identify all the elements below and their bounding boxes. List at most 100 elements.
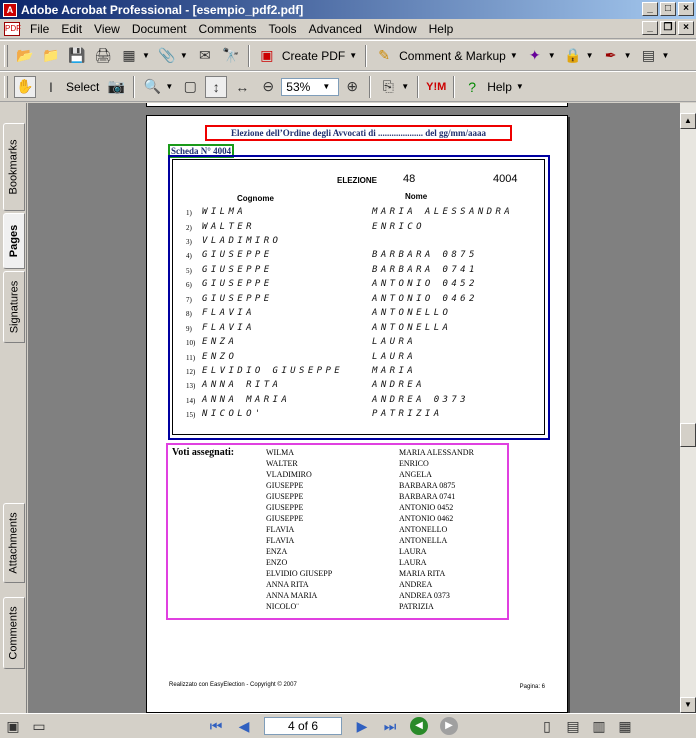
toolbar-grip[interactable]	[4, 75, 8, 98]
page-footer-credit: Realizzato con EasyElection - Copyright …	[169, 682, 297, 688]
voto-cognome: ELVIDIO GIUSEPP	[266, 569, 333, 578]
voto-cognome: ENZA	[266, 547, 288, 556]
email-icon[interactable]: ✉	[194, 45, 216, 67]
chevron-down-icon[interactable]: ▼	[662, 51, 670, 60]
menu-comments[interactable]: Comments	[193, 22, 263, 36]
chevron-down-icon[interactable]: ▼	[586, 51, 594, 60]
close-button[interactable]: ×	[678, 2, 694, 16]
select-cursor-icon[interactable]: I	[40, 76, 62, 98]
create-pdf-from-file-icon[interactable]: 📂	[14, 45, 36, 67]
document-icon[interactable]: PDF	[4, 21, 21, 36]
menu-advanced[interactable]: Advanced	[303, 22, 368, 36]
chevron-down-icon[interactable]: ▼	[401, 82, 409, 91]
page-number-input[interactable]: 4 of 6	[264, 717, 342, 735]
next-view-icon[interactable]: ▶	[440, 717, 458, 735]
chevron-down-icon[interactable]: ▼	[322, 82, 330, 91]
send-for-review-icon[interactable]: ✦	[524, 45, 546, 67]
tab-bookmarks[interactable]: Bookmarks	[3, 123, 25, 211]
handwritten-cognome: GIUSEPPE	[202, 279, 273, 289]
print-icon[interactable]: 🖨	[92, 45, 114, 67]
zoom-level-input[interactable]: 53% ▼	[281, 77, 340, 96]
organizer-icon[interactable]: ▦	[118, 45, 140, 67]
toolbar-grip[interactable]	[4, 44, 8, 67]
maximize-button[interactable]: □	[660, 2, 676, 16]
handwritten-cognome: ANNA RITA	[202, 380, 282, 390]
tab-signatures[interactable]: Signatures	[3, 271, 25, 343]
voto-cognome: NICOLO¨	[266, 602, 299, 611]
create-pdf-button[interactable]: Create PDF	[282, 49, 345, 63]
hand-tool-icon[interactable]: ✋	[14, 75, 36, 98]
chevron-down-icon[interactable]: ▼	[548, 51, 556, 60]
lock-icon[interactable]: 🔒	[562, 45, 584, 67]
doc-minimize-button[interactable]: _	[642, 21, 658, 35]
handwritten-nome: ENRICO	[372, 222, 425, 232]
document-viewport[interactable]: Elezione dell’Ordine degli Avvocati di .…	[28, 103, 680, 713]
pdf-page[interactable]: Elezione dell’Ordine degli Avvocati di .…	[146, 115, 568, 713]
single-page-layout-icon[interactable]: ▯	[536, 715, 558, 737]
menu-window[interactable]: Window	[368, 22, 423, 36]
tab-pages[interactable]: Pages	[3, 213, 25, 269]
open-icon[interactable]: 📁	[40, 45, 62, 67]
tab-attachments[interactable]: Attachments	[3, 503, 25, 583]
voto-cognome: WALTER	[266, 459, 298, 468]
tab-comments[interactable]: Comments	[3, 597, 25, 669]
actual-size-icon[interactable]: ▢	[179, 76, 201, 98]
continuous-facing-layout-icon[interactable]: ▦	[614, 715, 636, 737]
zoom-out-icon[interactable]: ⊖	[257, 76, 279, 98]
page-thumbnail-icon[interactable]: ▣	[2, 715, 24, 737]
menu-edit[interactable]: Edit	[55, 22, 88, 36]
chevron-down-icon[interactable]: ▼	[165, 82, 173, 91]
zoom-in-icon[interactable]: ⊕	[341, 76, 363, 98]
doc-close-button[interactable]: ×	[678, 21, 694, 35]
zoom-in-tool-icon[interactable]: 🔍	[141, 76, 163, 98]
menu-view[interactable]: View	[88, 22, 126, 36]
scroll-thumb[interactable]	[680, 423, 696, 447]
first-page-button[interactable]: ⏮	[206, 717, 226, 735]
attach-icon[interactable]: 📎	[156, 45, 178, 67]
fit-width-icon[interactable]: ↔	[231, 76, 253, 98]
search-binoculars-icon[interactable]: 🔭	[220, 45, 242, 67]
doc-restore-button[interactable]: ❐	[660, 21, 676, 35]
chevron-down-icon[interactable]: ▼	[624, 51, 632, 60]
document-title-box: Elezione dell’Ordine degli Avvocati di .…	[205, 125, 512, 141]
yahoo-toolbar-icon[interactable]: Y!M	[425, 76, 447, 98]
scroll-up-button[interactable]: ▲	[680, 113, 696, 129]
chevron-down-icon[interactable]: ▼	[510, 51, 518, 60]
continuous-layout-icon[interactable]: ▤	[562, 715, 584, 737]
forms-icon[interactable]: ▤	[638, 45, 660, 67]
menu-file[interactable]: File	[24, 22, 55, 36]
voto-nome: ANTONELLO	[399, 525, 448, 534]
previous-view-icon[interactable]: ◀	[410, 717, 428, 735]
scroll-down-button[interactable]: ▼	[680, 697, 696, 713]
select-tool-button[interactable]: Select	[66, 80, 99, 94]
comment-markup-icon[interactable]: ✎	[373, 45, 395, 67]
comment-markup-button[interactable]: Comment & Markup	[399, 49, 506, 63]
menu-document[interactable]: Document	[126, 22, 193, 36]
document-properties-icon[interactable]: ▭	[28, 715, 50, 737]
menu-tools[interactable]: Tools	[263, 22, 303, 36]
menu-help[interactable]: Help	[423, 22, 460, 36]
fit-page-icon[interactable]: ↕	[205, 75, 228, 98]
handwritten-cognome: ELVIDIO GIUSEPPE	[202, 366, 344, 376]
snapshot-camera-icon[interactable]: 📷	[105, 76, 127, 98]
chevron-down-icon[interactable]: ▼	[142, 51, 150, 60]
ballot-inner-frame: ELEZIONE 48 4004 Cognome Nome 1) WILMA M…	[172, 159, 545, 435]
last-page-button[interactable]: ⏭	[380, 717, 400, 735]
chevron-down-icon[interactable]: ▼	[180, 51, 188, 60]
sign-pen-icon[interactable]: ✒	[600, 45, 622, 67]
previous-page-button[interactable]: ◀	[234, 717, 254, 735]
save-icon[interactable]: 💾	[66, 45, 88, 67]
vertical-scrollbar[interactable]: ▲ ▼	[680, 103, 696, 713]
chevron-down-icon[interactable]: ▼	[516, 82, 524, 91]
next-page-button[interactable]: ▶	[352, 717, 372, 735]
voto-nome: PATRIZIA	[399, 602, 434, 611]
help-icon[interactable]: ?	[461, 76, 483, 98]
help-button[interactable]: Help	[487, 80, 512, 94]
acrobat-app-icon[interactable]: A	[3, 2, 17, 17]
rotate-pages-icon[interactable]: ⎘	[377, 76, 399, 98]
create-pdf-icon[interactable]: ▣	[256, 45, 278, 67]
facing-layout-icon[interactable]: ▥	[588, 715, 610, 737]
row-number: 4)	[186, 252, 192, 260]
chevron-down-icon[interactable]: ▼	[349, 51, 357, 60]
minimize-button[interactable]: _	[642, 2, 658, 16]
